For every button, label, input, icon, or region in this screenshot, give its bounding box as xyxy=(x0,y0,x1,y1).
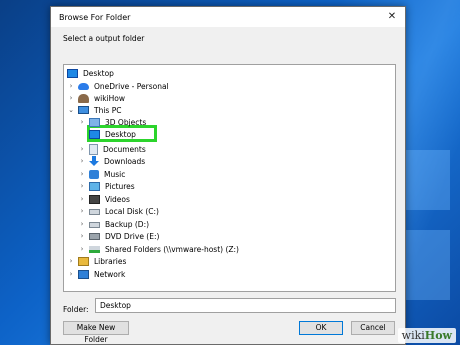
downloads-icon xyxy=(89,156,99,166)
cloud-icon xyxy=(78,82,89,90)
tree-item-network[interactable]: › Network xyxy=(67,268,125,280)
chevron-right-icon[interactable]: › xyxy=(67,94,75,102)
folder-field-label: Folder: xyxy=(63,305,89,314)
chevron-right-icon[interactable]: › xyxy=(78,182,86,190)
videos-icon xyxy=(89,194,100,204)
tree-item-wikihow[interactable]: › wikiHow xyxy=(67,92,125,104)
chevron-right-icon[interactable]: › xyxy=(67,82,75,90)
tree-item-pictures[interactable]: › Pictures xyxy=(78,180,135,192)
instruction-text: Select a output folder xyxy=(63,34,145,43)
tree-item-label: Network xyxy=(94,269,126,279)
cancel-button[interactable]: Cancel xyxy=(351,321,395,335)
tree-item-desktop-root[interactable]: Desktop xyxy=(67,67,114,79)
dvd-drive-icon xyxy=(89,232,100,240)
desktop-icon xyxy=(67,68,78,78)
make-new-folder-button[interactable]: Make New Folder xyxy=(63,321,129,344)
wallpaper-pane xyxy=(400,230,450,300)
tree-item-label: Documents xyxy=(103,144,146,154)
tree-item-label: Pictures xyxy=(105,181,135,191)
user-icon xyxy=(78,93,89,103)
chevron-right-icon[interactable]: › xyxy=(78,207,86,215)
chevron-right-icon[interactable]: › xyxy=(78,118,86,126)
wikihow-watermark: wikiHow xyxy=(397,328,456,343)
ok-button[interactable]: OK xyxy=(299,321,343,335)
tree-item-label: wikiHow xyxy=(94,93,126,103)
tree-item-3d-objects[interactable]: › 3D Objects xyxy=(78,116,146,128)
tree-item-label: Desktop xyxy=(83,68,114,78)
browse-for-folder-dialog: Browse For Folder ✕ Select a output fold… xyxy=(50,6,406,345)
network-icon xyxy=(78,269,89,279)
chevron-right-icon[interactable]: › xyxy=(67,270,75,278)
local-disk-icon xyxy=(89,209,100,215)
desktop-icon xyxy=(89,129,100,139)
tree-item-label: Music xyxy=(104,169,126,179)
tree-item-label: Videos xyxy=(105,194,130,204)
tree-item-dvd-drive[interactable]: › DVD Drive (E:) xyxy=(78,230,160,242)
tree-item-music[interactable]: › Music xyxy=(78,168,125,180)
chevron-right-icon[interactable]: › xyxy=(78,232,86,240)
chevron-right-icon[interactable]: › xyxy=(78,195,86,203)
tree-item-label: Local Disk (C:) xyxy=(105,206,159,216)
chevron-right-icon[interactable]: › xyxy=(78,157,86,165)
network-drive-icon xyxy=(89,245,100,253)
wallpaper-pane xyxy=(400,150,450,210)
tree-item-label: Backup (D:) xyxy=(105,219,150,229)
chevron-right-icon[interactable]: › xyxy=(67,257,75,265)
tree-item-desktop-selected[interactable]: Desktop xyxy=(89,128,136,140)
title-bar[interactable]: Browse For Folder ✕ xyxy=(51,7,405,27)
drive-icon xyxy=(89,222,100,228)
libraries-icon xyxy=(78,256,89,266)
tree-item-local-disk[interactable]: › Local Disk (C:) xyxy=(78,205,159,217)
folder-name-field[interactable] xyxy=(95,298,396,313)
computer-icon xyxy=(78,106,89,114)
tree-item-label: 3D Objects xyxy=(105,117,147,127)
3d-objects-icon xyxy=(89,117,100,127)
tree-item-backup[interactable]: › Backup (D:) xyxy=(78,218,149,230)
chevron-right-icon[interactable]: › xyxy=(78,245,86,253)
tree-item-label: This PC xyxy=(94,105,122,115)
dialog-title: Browse For Folder xyxy=(59,12,131,22)
close-icon[interactable]: ✕ xyxy=(385,10,399,24)
tree-item-label: Shared Folders (\\vmware-host) (Z:) xyxy=(105,244,239,254)
pictures-icon xyxy=(89,181,100,191)
tree-item-videos[interactable]: › Videos xyxy=(78,193,130,205)
tree-item-libraries[interactable]: › Libraries xyxy=(67,255,126,267)
chevron-down-icon[interactable]: ⌄ xyxy=(67,106,75,114)
music-icon xyxy=(89,169,99,179)
documents-icon xyxy=(89,143,98,155)
tree-item-label: OneDrive - Personal xyxy=(94,81,169,91)
tree-item-onedrive[interactable]: › OneDrive - Personal xyxy=(67,80,169,92)
tree-item-documents[interactable]: › Documents xyxy=(78,143,146,155)
tree-item-this-pc[interactable]: ⌄ This PC xyxy=(67,104,121,116)
tree-item-label: Desktop xyxy=(105,129,136,139)
tree-item-downloads[interactable]: › Downloads xyxy=(78,155,145,167)
tree-item-shared-folders[interactable]: › Shared Folders (\\vmware-host) (Z:) xyxy=(78,243,239,255)
chevron-right-icon[interactable]: › xyxy=(78,145,86,153)
folder-tree[interactable]: Desktop › OneDrive - Personal › wikiHow … xyxy=(63,64,396,292)
tree-item-label: DVD Drive (E:) xyxy=(105,231,160,241)
tree-item-label: Libraries xyxy=(94,256,127,266)
chevron-right-icon[interactable]: › xyxy=(78,170,86,178)
tree-item-label: Downloads xyxy=(104,156,146,166)
chevron-right-icon[interactable]: › xyxy=(78,220,86,228)
